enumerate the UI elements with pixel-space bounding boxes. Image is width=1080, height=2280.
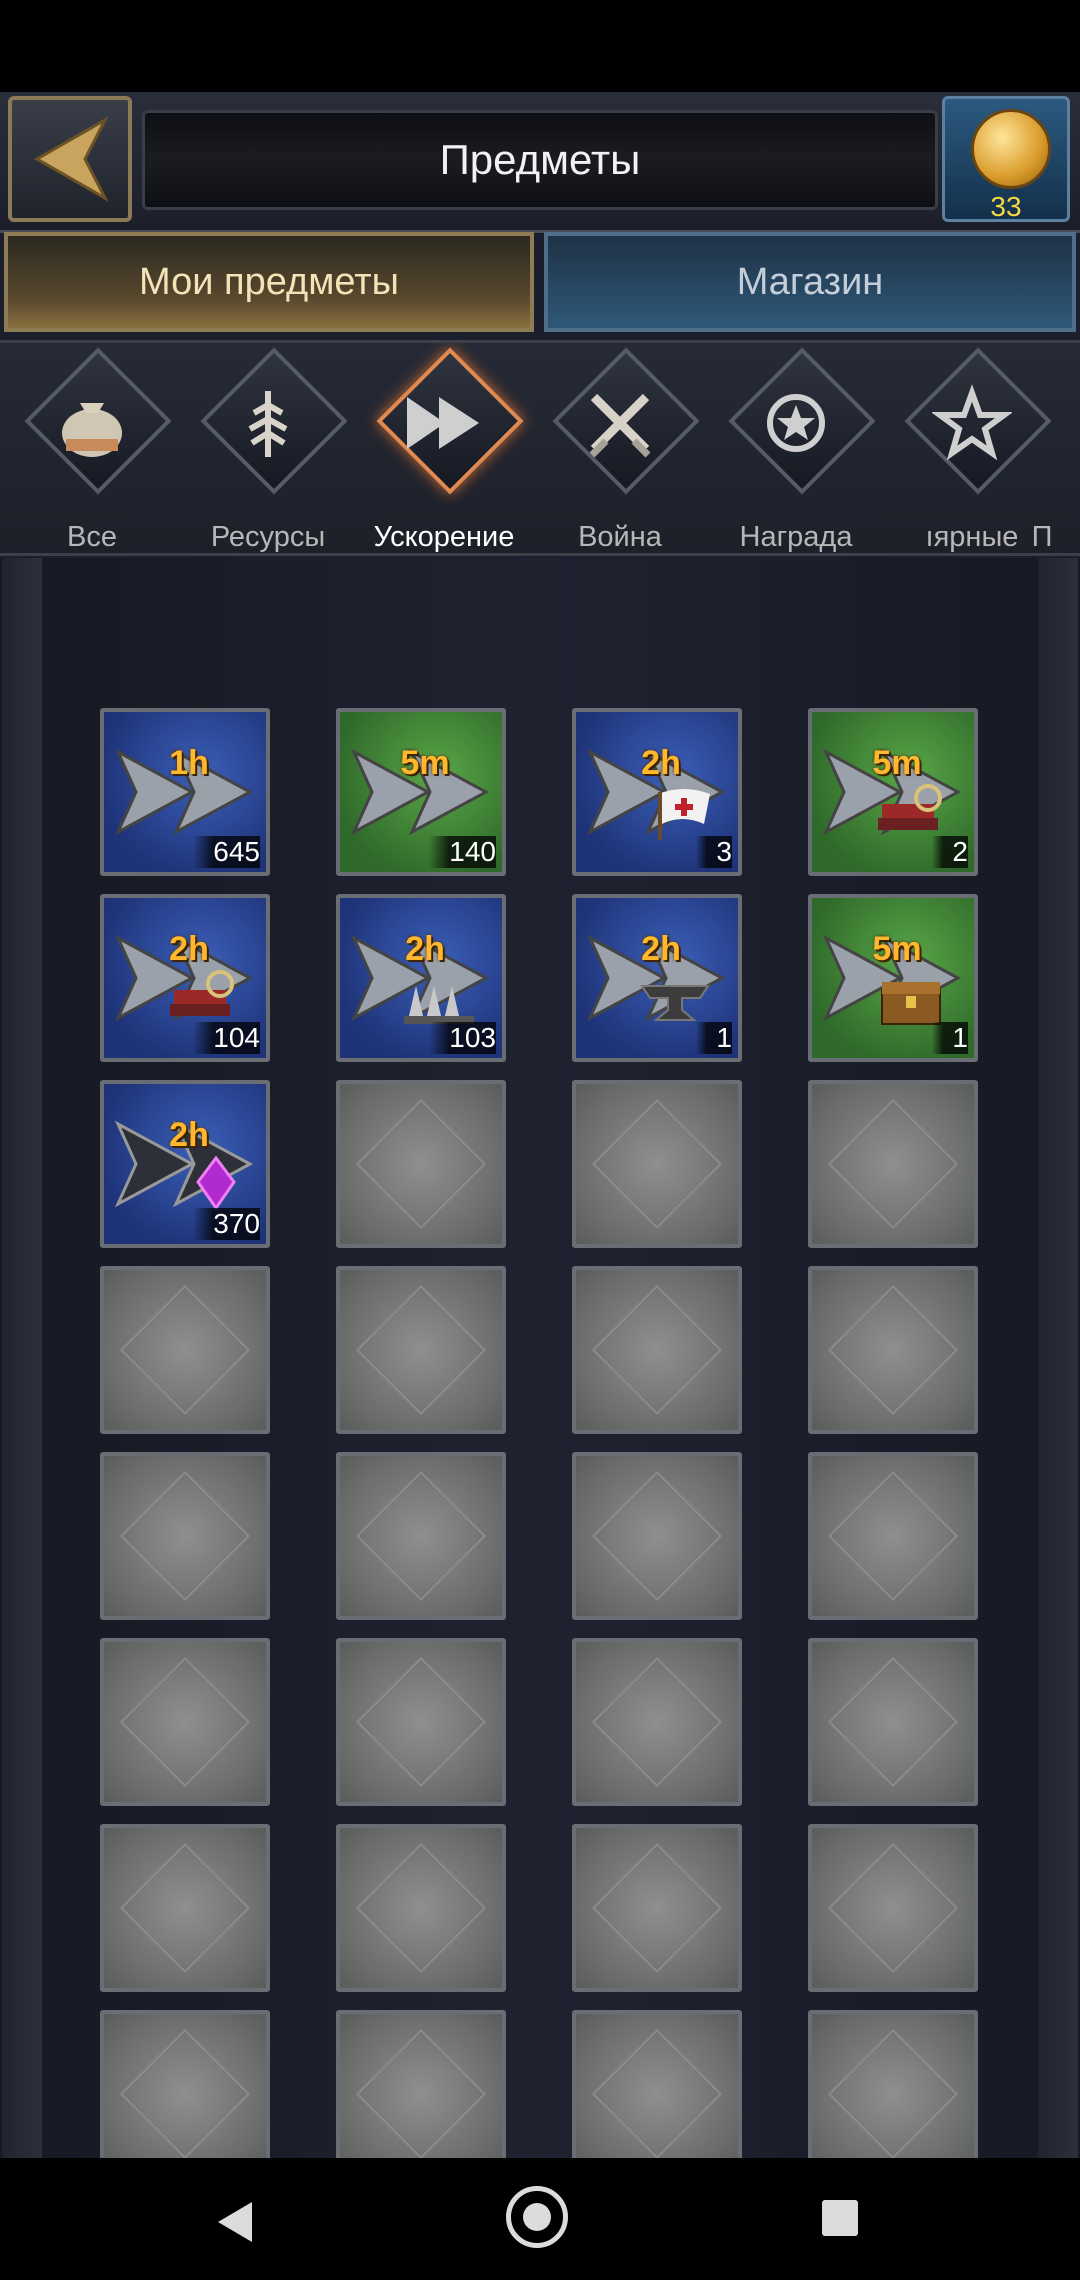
- item-duration: 5m: [872, 930, 922, 968]
- category-label: П: [1031, 521, 1053, 553]
- item-duration: 2h: [641, 930, 681, 968]
- empty-slot: [808, 1452, 978, 1620]
- item-duration: 2h: [169, 930, 209, 968]
- spikes-icon: [404, 986, 474, 1024]
- item-count: 103: [429, 1022, 496, 1054]
- coin-icon: [971, 109, 1051, 189]
- item-slot[interactable]: 1h 645: [100, 708, 270, 876]
- item-duration: 2h: [169, 1116, 209, 1154]
- chest-icon: [881, 982, 941, 1025]
- empty-slot: [572, 1638, 742, 1806]
- category-reward[interactable]: Награда: [708, 347, 884, 553]
- item-slot[interactable]: 5m 1: [808, 894, 978, 1062]
- empty-slot: [100, 1266, 270, 1434]
- category-speedup[interactable]: Ускорение: [356, 347, 532, 553]
- category-label: Награда: [739, 521, 853, 553]
- item-slot[interactable]: 2h 1: [572, 894, 742, 1062]
- empty-slot: [336, 1266, 506, 1434]
- item-slot[interactable]: 2h 3: [572, 708, 742, 876]
- tab-my-items[interactable]: Мои предметы: [4, 232, 534, 332]
- right-rail: [1038, 558, 1078, 2158]
- header: Предметы 33: [0, 92, 1080, 233]
- category-label: Все: [67, 521, 117, 553]
- category-label: Война: [578, 521, 662, 553]
- item-slot[interactable]: 2h 370: [100, 1080, 270, 1248]
- category-war[interactable]: Война: [532, 347, 708, 553]
- crossed-swords-icon: [532, 383, 708, 463]
- item-duration: 2h: [405, 930, 445, 968]
- item-slot[interactable]: 2h 103: [336, 894, 506, 1062]
- empty-slot: [336, 1080, 506, 1248]
- item-count: 645: [193, 836, 260, 868]
- item-count: 3: [696, 836, 732, 868]
- category-next[interactable]: П: [1004, 355, 1080, 553]
- left-rail: [2, 558, 42, 2158]
- nav-home-icon[interactable]: [506, 2186, 568, 2248]
- item-count: 2: [932, 836, 968, 868]
- item-duration: 5m: [400, 744, 450, 782]
- nav-recents-icon[interactable]: [822, 2200, 858, 2236]
- research-books-icon: [170, 970, 234, 1016]
- empty-slot: [572, 1452, 742, 1620]
- inventory-grid: 1h 645 5m 140 2h 3 5m 2 2h 104 2h 103 2h…: [0, 558, 1080, 2158]
- item-count: 140: [429, 836, 496, 868]
- star-medal-icon: [708, 383, 884, 463]
- item-duration: 5m: [872, 744, 922, 782]
- item-count: 104: [193, 1022, 260, 1054]
- empty-slot: [572, 1266, 742, 1434]
- status-bar: [0, 0, 1080, 92]
- empty-slot: [808, 1824, 978, 1992]
- category-label: Ускорение: [373, 521, 515, 553]
- system-nav-bar: [0, 2158, 1080, 2280]
- empty-slot: [808, 1266, 978, 1434]
- empty-slot: [100, 1824, 270, 1992]
- item-duration: 1h: [169, 744, 209, 782]
- empty-slot: [336, 1638, 506, 1806]
- fast-forward-icon: [356, 383, 532, 463]
- item-slot[interactable]: 5m 140: [336, 708, 506, 876]
- magic-crystal-icon: [196, 1156, 236, 1210]
- back-button[interactable]: [8, 96, 132, 222]
- category-bar: Все Ресурсы Ускорение Война Награда ıярн…: [0, 340, 1080, 556]
- empty-slot: [100, 2010, 270, 2158]
- empty-slot: [572, 1080, 742, 1248]
- empty-slot: [808, 1080, 978, 1248]
- empty-slot: [336, 1824, 506, 1992]
- research-books-icon: [878, 784, 942, 830]
- item-slot[interactable]: 5m 2: [808, 708, 978, 876]
- empty-slot: [100, 1452, 270, 1620]
- nav-back-icon[interactable]: [218, 2202, 252, 2242]
- empty-slot: [572, 1824, 742, 1992]
- item-duration: 2h: [641, 744, 681, 782]
- item-count: 1: [696, 1022, 732, 1054]
- back-arrow-icon: [33, 116, 109, 202]
- empty-slot: [572, 2010, 742, 2158]
- empty-slot: [336, 1452, 506, 1620]
- coin-balance[interactable]: 33: [942, 96, 1070, 222]
- coin-count: 33: [990, 191, 1022, 222]
- anvil-icon: [640, 985, 710, 1021]
- title-plate: Предметы: [142, 110, 938, 210]
- leaf-icon: [180, 383, 356, 463]
- empty-slot: [808, 1638, 978, 1806]
- item-count: 370: [193, 1208, 260, 1240]
- tab-shop[interactable]: Магазин: [544, 232, 1076, 332]
- empty-slot: [100, 1638, 270, 1806]
- app: Предметы 33 Мои предметы Магазин Все Рес…: [0, 92, 1080, 2158]
- item-slot[interactable]: 2h 104: [100, 894, 270, 1062]
- category-resources[interactable]: Ресурсы: [180, 347, 356, 553]
- category-label: Ресурсы: [210, 521, 326, 553]
- healing-flag-icon: [658, 789, 710, 840]
- empty-slot: [336, 2010, 506, 2158]
- item-count: 1: [932, 1022, 968, 1054]
- empty-slot: [808, 2010, 978, 2158]
- category-all[interactable]: Все: [4, 347, 180, 553]
- bag-icon: [4, 383, 180, 463]
- page-title: Предметы: [439, 136, 641, 183]
